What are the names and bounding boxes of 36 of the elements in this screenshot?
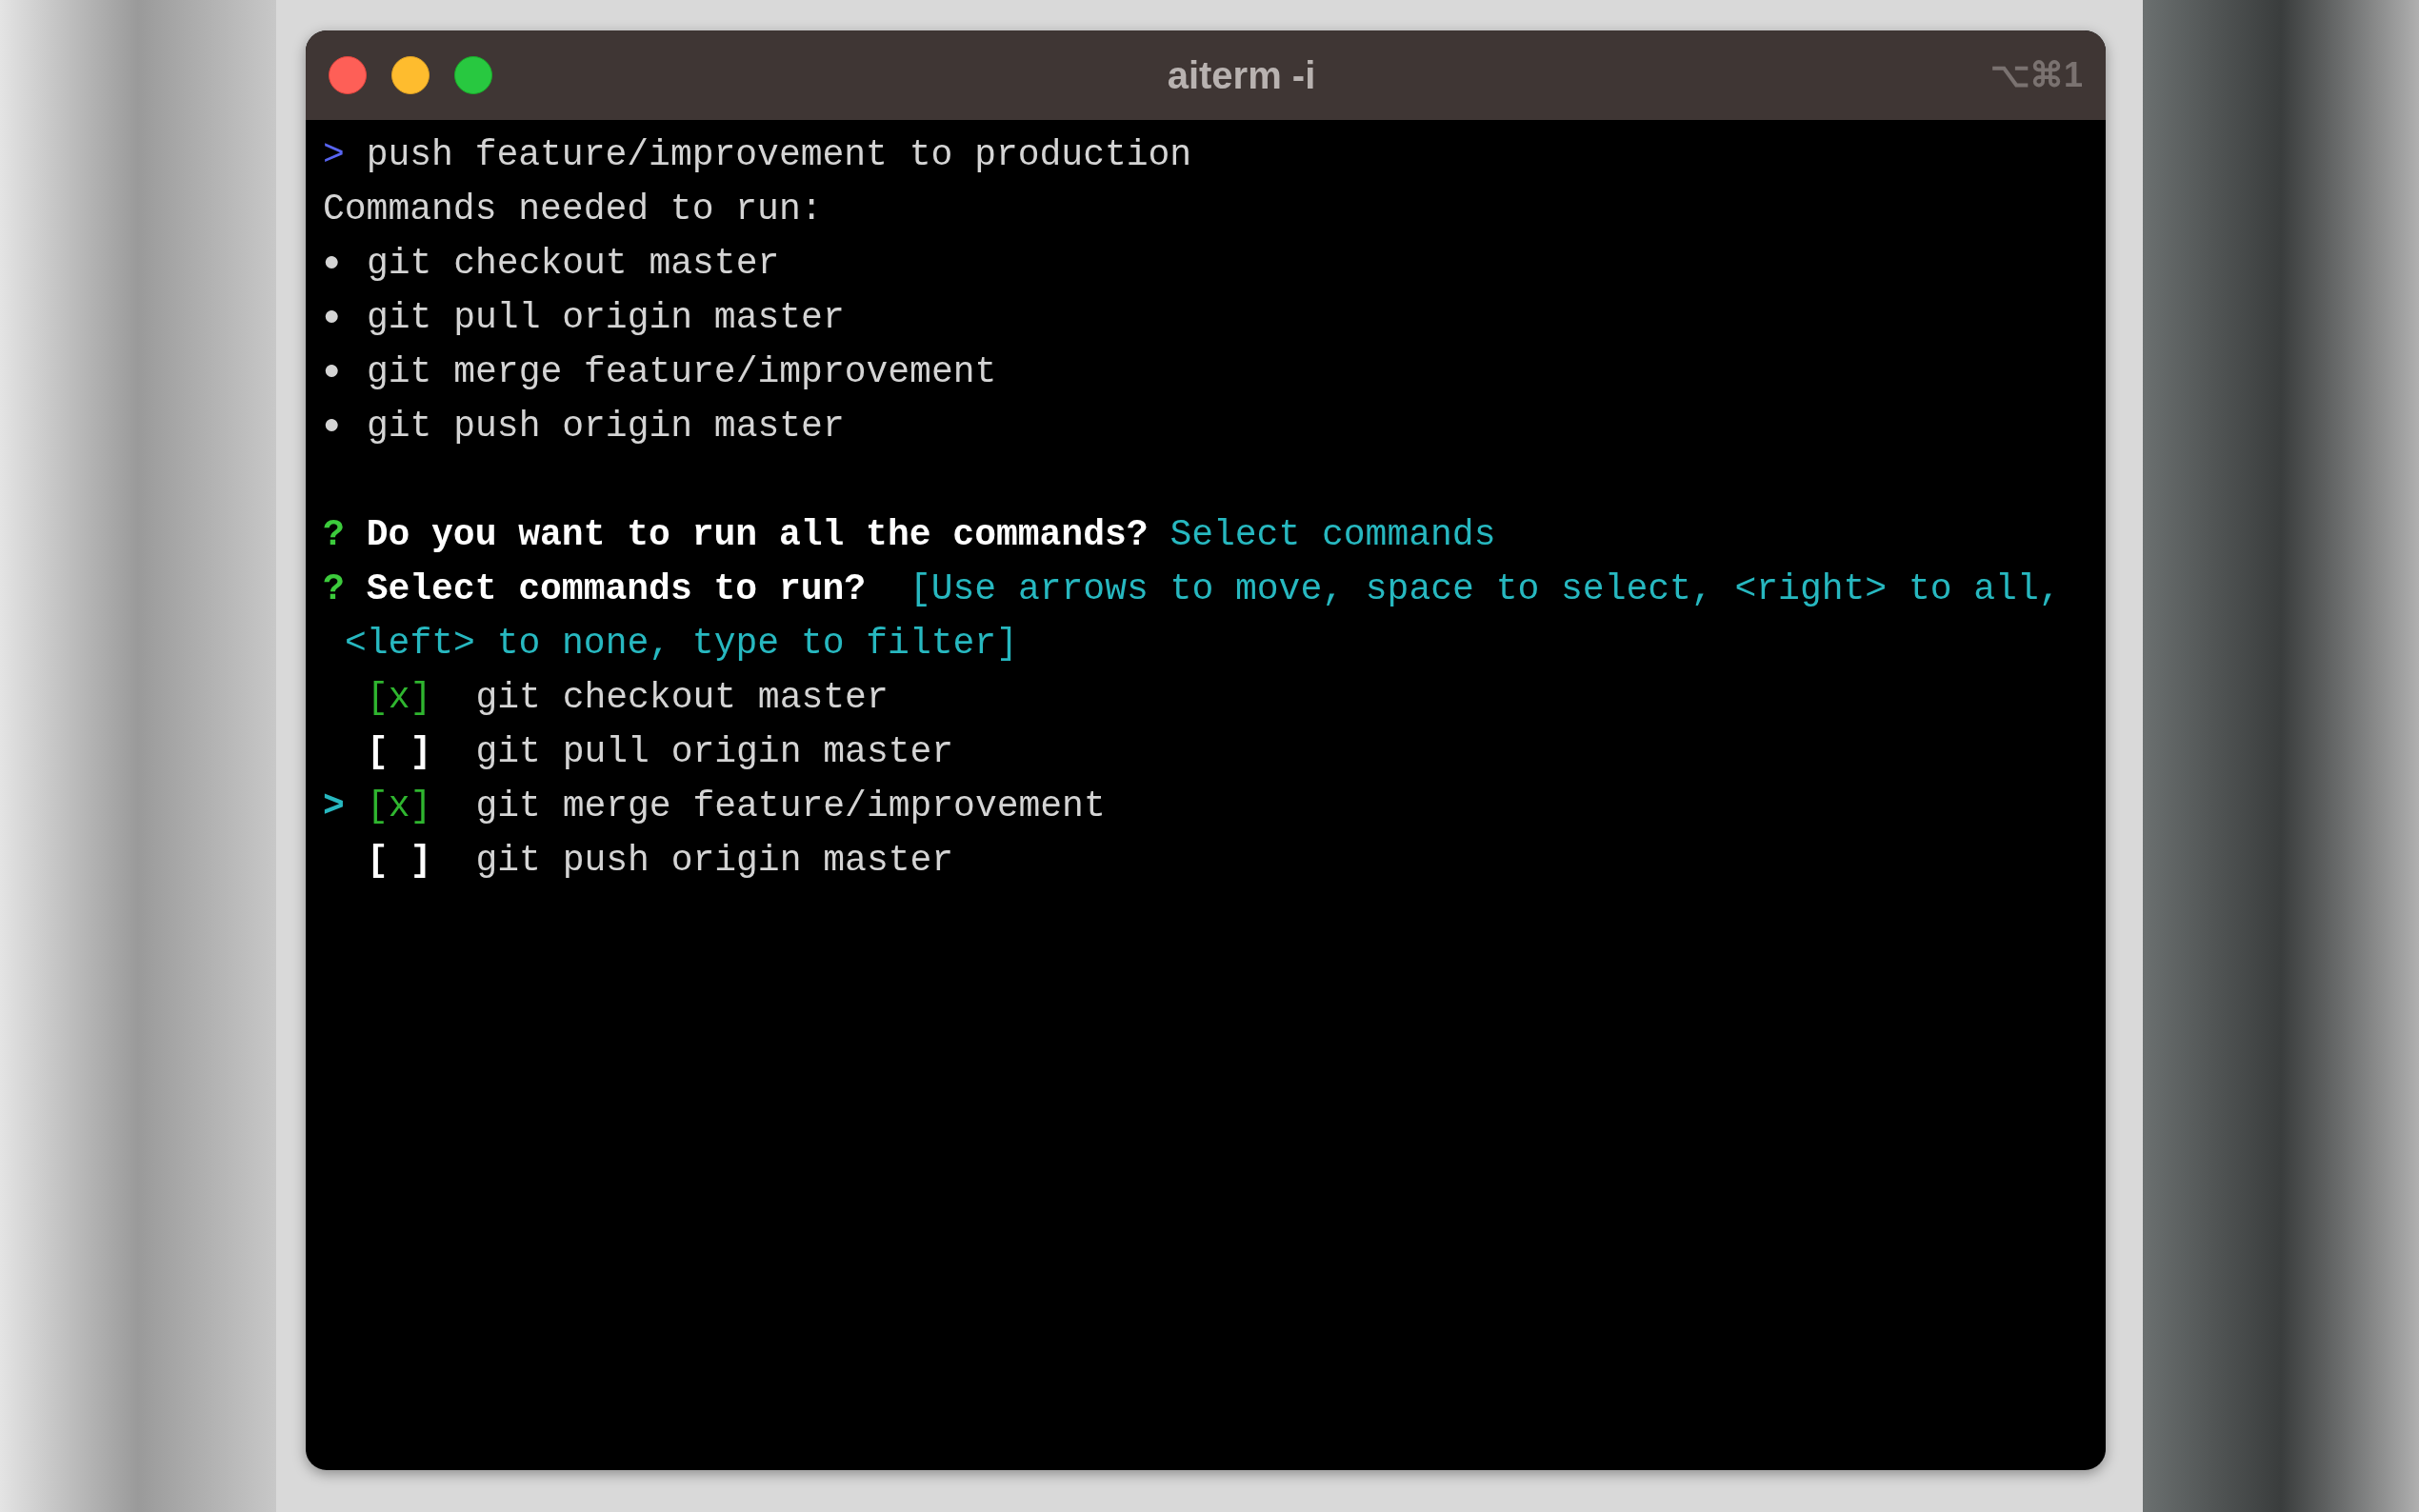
choice-label: git merge feature/improvement	[475, 785, 1106, 828]
checkbox[interactable]: [ ]	[367, 833, 432, 887]
answer-text: Select commands	[1170, 513, 1496, 557]
command-item: git merge feature/improvement	[367, 350, 997, 394]
choice-row[interactable]: [x] git checkout master	[323, 670, 889, 725]
window-title: aiterm -i	[1167, 53, 1316, 98]
choice-label: git checkout master	[475, 676, 889, 720]
bullet-icon: ●	[323, 405, 367, 448]
bullet-icon: ●	[323, 296, 367, 339]
hint-text: [Use arrows to move, space to select, <right> to all,	[909, 567, 2061, 611]
bullet-icon: ●	[323, 242, 367, 285]
choice-row[interactable]: [ ] git push origin master	[323, 833, 954, 887]
hint-text: <left> to none, type to filter]	[345, 622, 1018, 666]
shortcut-label: ⌥⌘1	[1989, 54, 2083, 96]
choice-row[interactable]: > [x] git merge feature/improvement	[323, 779, 1106, 833]
output-text: Commands needed to run:	[323, 188, 823, 231]
prompt-symbol: >	[323, 133, 345, 177]
command-item: git checkout master	[367, 242, 780, 286]
checkbox[interactable]: [x]	[367, 670, 432, 725]
question-text: Select commands to run?	[366, 567, 867, 611]
choice-row[interactable]: [ ] git pull origin master	[323, 725, 954, 779]
cursor-symbol: >	[323, 786, 345, 826]
checkbox[interactable]: [x]	[367, 779, 432, 833]
bullet-icon: ●	[323, 350, 367, 393]
choice-label: git pull origin master	[475, 730, 954, 774]
question-mark: ?	[323, 513, 345, 557]
command-item: git pull origin master	[367, 296, 845, 340]
minimize-button[interactable]	[391, 56, 430, 94]
question-mark: ?	[323, 567, 345, 611]
command-item: git push origin master	[367, 405, 845, 448]
close-button[interactable]	[329, 56, 367, 94]
command-text: push feature/improvement to production	[366, 133, 1192, 177]
checkbox[interactable]: [ ]	[367, 725, 432, 779]
zoom-button[interactable]	[454, 56, 492, 94]
question-text: Do you want to run all the commands?	[366, 513, 1149, 557]
choice-label: git push origin master	[475, 839, 954, 883]
